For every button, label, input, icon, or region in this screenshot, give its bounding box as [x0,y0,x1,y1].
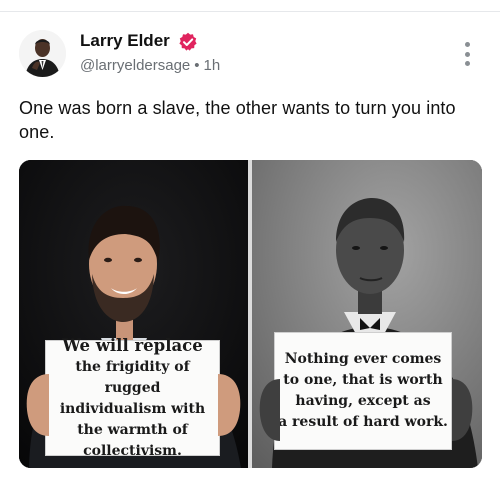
right-sign-line: having, except as [295,393,431,409]
left-sign-line: collectivism. [83,442,182,459]
post-time[interactable]: 1h [204,57,221,74]
right-sign: Nothing ever comes to one, that is worth… [274,332,452,450]
verified-badge-icon [179,32,197,51]
right-photo: Nothing ever comes to one, that is worth… [252,160,482,468]
left-sign-line: individualism with [59,400,206,417]
author-name[interactable]: Larry Elder [80,30,170,52]
left-sign-line: We will replace [62,335,203,355]
left-sign: We will replace the frigidity of rugged … [45,336,220,459]
post-image[interactable]: We will replace the frigidity of rugged … [19,160,482,468]
left-hand [259,379,280,441]
meta-separator: • [194,57,200,74]
author-meta: @larryeldersage • 1h [80,56,220,76]
right-sign-line: a result of hard work. [278,414,448,430]
more-dot [464,51,470,57]
more-options-icon[interactable] [457,40,477,68]
left-hand [26,374,49,436]
author-avatar[interactable] [19,30,66,77]
left-sign-line: the frigidity of rugged [75,358,190,396]
right-sign-line: to one, that is worth [283,372,443,388]
top-divider [0,11,500,12]
more-dot [464,61,470,66]
more-dot [464,42,470,47]
author-handle[interactable]: @larryeldersage [80,57,190,74]
post-text: One was born a slave, the other wants to… [19,98,456,142]
left-sign-line: the warmth of [77,421,188,438]
right-hand [218,374,241,436]
right-hand [452,379,473,441]
right-sign-line: Nothing ever comes [284,351,442,367]
left-photo: We will replace the frigidity of rugged … [19,160,248,468]
